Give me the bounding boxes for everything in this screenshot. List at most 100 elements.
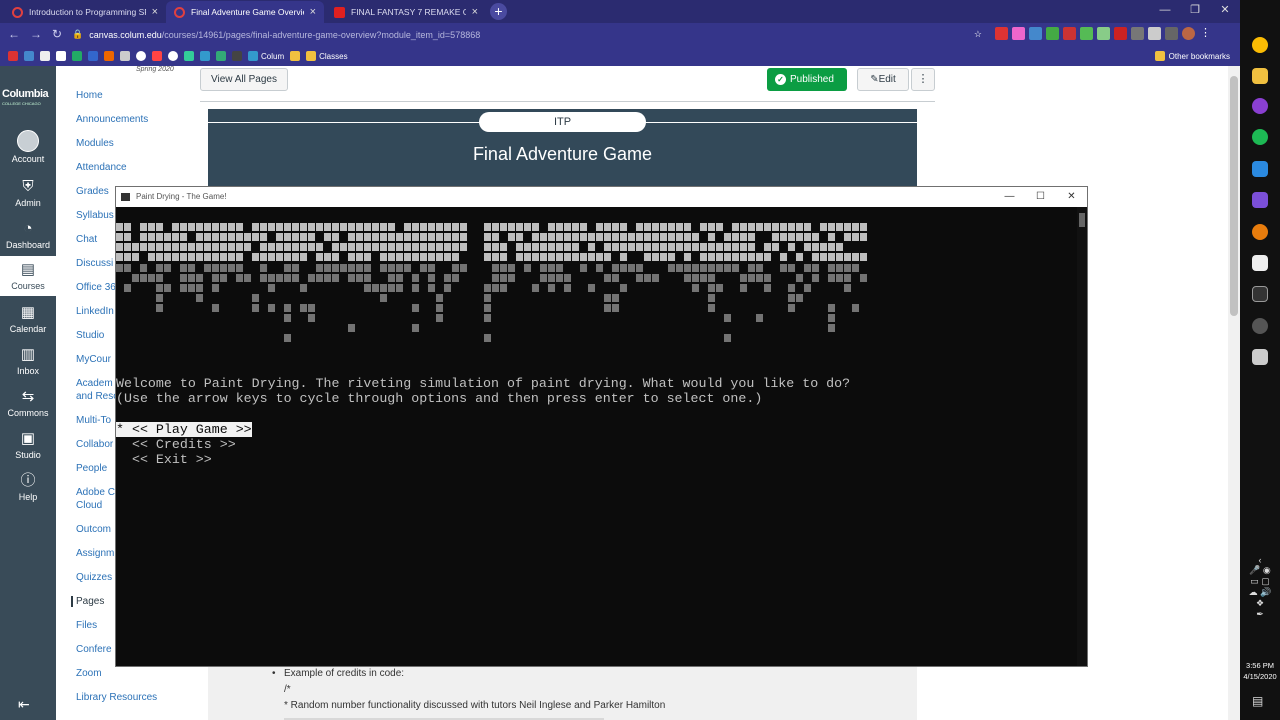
extension-icon[interactable] <box>1080 27 1093 40</box>
browser-tab-1[interactable]: Introduction to Programming SP × <box>4 1 166 23</box>
reload-icon[interactable]: ↻ <box>52 27 62 41</box>
tray-icons[interactable]: ▭ ▢ <box>1240 576 1280 587</box>
dropbox-icon[interactable]: ❖ <box>1240 598 1280 609</box>
restore-icon[interactable]: ❐ <box>1180 0 1210 22</box>
terminal-icon[interactable] <box>1252 286 1268 302</box>
bookmark-icon[interactable] <box>104 51 114 61</box>
nav-dashboard[interactable]: ◔ Dashboard <box>0 220 56 250</box>
adblock-icon[interactable] <box>1114 27 1127 40</box>
course-nav-item[interactable]: and Reso <box>76 391 119 402</box>
bookmark-icon[interactable] <box>232 51 242 61</box>
bookmark-icon[interactable] <box>56 51 66 61</box>
obs-icon[interactable] <box>1252 318 1268 334</box>
address-bar[interactable]: 🔒 canvas.colum.edu/courses/14961/pages/f… <box>72 25 992 44</box>
menu-option-play-game[interactable]: * << Play Game >> <box>116 422 252 437</box>
app-icon[interactable] <box>1252 255 1268 271</box>
bookmark-icon[interactable] <box>184 51 194 61</box>
extension-icon[interactable] <box>1063 27 1076 40</box>
console-scrollbar[interactable] <box>1077 207 1087 666</box>
course-nav-item[interactable]: Adobe C <box>76 487 115 498</box>
new-tab-button[interactable]: + <box>490 3 507 20</box>
close-tab-icon[interactable]: × <box>310 6 316 18</box>
forward-icon[interactable]: → <box>30 27 42 41</box>
edit-button[interactable]: ✎Edit <box>857 68 909 91</box>
course-nav-item[interactable]: Quizzes <box>76 572 112 583</box>
browser-tab-2[interactable]: Final Adventure Game Overview × <box>166 1 324 23</box>
nav-calendar[interactable]: ▦ Calendar <box>0 304 56 334</box>
bookmark-icon[interactable] <box>216 51 226 61</box>
course-nav-item[interactable]: Attendance <box>76 162 127 173</box>
course-nav-item-active[interactable]: Pages <box>71 596 104 607</box>
course-nav-item[interactable]: Files <box>76 620 97 631</box>
bookmark-folder[interactable] <box>290 51 301 61</box>
course-nav-item[interactable]: Academ <box>76 378 113 389</box>
app-icon[interactable] <box>1252 349 1268 365</box>
other-bookmarks[interactable]: Other bookmarks <box>1154 51 1230 61</box>
course-nav-item[interactable]: Cloud <box>76 500 102 511</box>
course-nav-item[interactable]: Discussi <box>76 258 113 269</box>
more-options-button[interactable]: ⋮ <box>911 68 935 91</box>
bookmark-colum[interactable]: Colum <box>248 51 284 61</box>
course-nav-item[interactable]: Grades <box>76 186 109 197</box>
course-nav-item[interactable]: People <box>76 463 107 474</box>
chrome-icon[interactable] <box>1252 37 1268 53</box>
nav-account[interactable]: Account <box>0 130 56 164</box>
chevron-up-icon[interactable]: ‹ <box>1240 555 1280 565</box>
menu-option-credits[interactable]: << Credits >> <box>116 437 236 452</box>
bookmark-icon[interactable] <box>40 51 50 61</box>
app-icon[interactable] <box>1252 98 1268 114</box>
extension-icon[interactable] <box>1148 27 1161 40</box>
scrollbar-thumb[interactable] <box>1230 76 1238 316</box>
file-explorer-icon[interactable] <box>1252 68 1268 84</box>
course-nav-item[interactable]: Studio <box>76 330 104 341</box>
minimize-icon[interactable]: — <box>1150 0 1180 22</box>
bookmark-icon[interactable] <box>72 51 82 61</box>
published-button[interactable]: ✓ Published <box>767 68 847 91</box>
github-icon[interactable] <box>136 51 146 61</box>
course-nav-item[interactable]: LinkedIn <box>76 306 114 317</box>
course-nav-item[interactable]: Chat <box>76 234 97 245</box>
nav-admin[interactable]: ⛨ Admin <box>0 178 56 208</box>
course-nav-item[interactable]: Outcom <box>76 524 111 535</box>
course-nav-item[interactable]: Zoom <box>76 668 102 679</box>
nav-studio[interactable]: ▣ Studio <box>0 430 56 460</box>
page-scrollbar[interactable] <box>1228 66 1240 720</box>
browser-tab-3[interactable]: FINAL FANTASY 7 REMAKE Game × <box>326 1 486 23</box>
extension-icon[interactable] <box>1012 27 1025 40</box>
course-nav-item[interactable]: Confere <box>76 644 112 655</box>
bookmark-icon[interactable] <box>200 51 210 61</box>
nav-commons[interactable]: ⇆ Commons <box>0 388 56 418</box>
course-nav-item[interactable]: Announcements <box>76 114 148 125</box>
nav-courses[interactable]: ▤ Courses <box>0 256 56 296</box>
clock[interactable]: 3:56 PM 4/15/2020 <box>1240 660 1280 682</box>
institution-logo[interactable]: Columbia <box>0 88 56 100</box>
profile-avatar-icon[interactable] <box>1182 27 1195 40</box>
pen-icon[interactable]: ✒ <box>1240 609 1280 620</box>
bookmark-icon[interactable] <box>120 51 130 61</box>
course-nav-item[interactable]: Home <box>76 90 103 101</box>
extension-icon[interactable] <box>1165 27 1178 40</box>
extension-icon[interactable] <box>1097 27 1110 40</box>
close-icon[interactable]: ✕ <box>1056 187 1087 207</box>
extension-icon[interactable] <box>1029 27 1042 40</box>
maximize-icon[interactable]: ☐ <box>1025 187 1056 207</box>
notifications-icon[interactable]: ▤ <box>1252 694 1263 708</box>
blender-icon[interactable] <box>1252 224 1268 240</box>
course-nav-item[interactable]: MyCour <box>76 354 111 365</box>
vscode-icon[interactable] <box>1252 161 1268 177</box>
visual-studio-icon[interactable] <box>1252 192 1268 208</box>
console-scrollbar-thumb[interactable] <box>1079 213 1085 227</box>
tray-icons[interactable]: ☁ 🔊 <box>1240 587 1280 598</box>
close-tab-icon[interactable]: × <box>472 6 478 18</box>
bookmark-icon[interactable] <box>24 51 34 61</box>
course-nav-item[interactable]: Modules <box>76 138 114 149</box>
collapse-nav-icon[interactable]: ⇤ <box>18 696 30 713</box>
gmail-icon[interactable] <box>8 51 18 61</box>
spotify-icon[interactable] <box>1252 129 1268 145</box>
course-nav-item[interactable]: Office 36 <box>76 282 116 293</box>
back-icon[interactable]: ← <box>8 27 20 41</box>
bookmark-classes[interactable]: Classes <box>306 51 348 61</box>
bookmark-star-icon[interactable]: ☆ <box>974 29 982 40</box>
extension-icon[interactable] <box>995 27 1008 40</box>
course-nav-item[interactable]: Syllabus <box>76 210 114 221</box>
